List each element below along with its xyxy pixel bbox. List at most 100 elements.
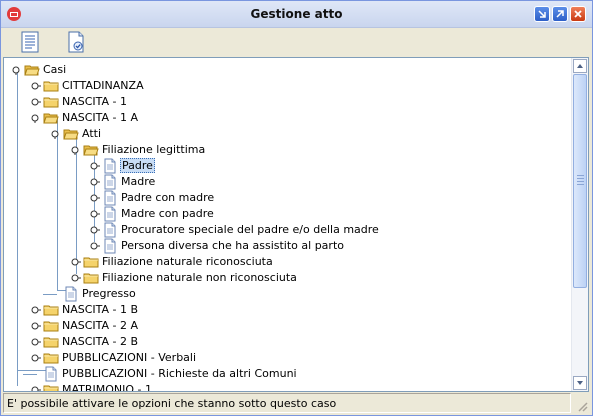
vertical-scrollbar[interactable] bbox=[571, 58, 588, 391]
tree-item-label: Madre bbox=[121, 175, 156, 188]
folder-icon bbox=[83, 254, 99, 270]
document-list-button[interactable] bbox=[17, 29, 43, 55]
tree-item-nascita-2-a[interactable]: NASCITA - 2 A bbox=[4, 318, 564, 334]
arrow-down-icon bbox=[577, 381, 583, 385]
tree-item-pubblicazioni-verbali[interactable]: PUBBLICAZIONI - Verbali bbox=[4, 350, 564, 366]
tree-panel: Casi CITTADINANZA NASCITA - 1 NASCITA - 1 A… bbox=[3, 57, 589, 392]
tree-item-label: Filiazione naturale non riconosciuta bbox=[102, 271, 297, 284]
document-icon bbox=[63, 286, 79, 302]
folder-icon bbox=[43, 350, 59, 366]
grip-line bbox=[577, 184, 584, 185]
tree-item-nascita-2-b[interactable]: NASCITA - 2 B bbox=[4, 334, 564, 350]
collapsed-handle-icon[interactable] bbox=[90, 241, 100, 251]
tree-item-filiazione-naturale-riconosciuta[interactable]: Filiazione naturale riconosciuta bbox=[4, 254, 564, 270]
expanded-handle-icon[interactable] bbox=[12, 65, 22, 75]
tree-item-label: Persona diversa che ha assistito al part… bbox=[121, 239, 344, 252]
tree-item-label: Atti bbox=[82, 127, 102, 140]
collapsed-handle-icon[interactable] bbox=[31, 321, 41, 331]
collapsed-handle-icon[interactable] bbox=[31, 353, 41, 363]
tree-item-label: MATRIMONIO - 1 bbox=[62, 383, 153, 391]
tree-item-padre[interactable]: Padre bbox=[4, 158, 564, 174]
folder-icon bbox=[43, 334, 59, 350]
tree-item-label: Filiazione legittima bbox=[102, 143, 206, 156]
expanded-handle-icon[interactable] bbox=[71, 145, 81, 155]
scroll-thumb[interactable] bbox=[573, 74, 587, 288]
tree-item-nascita-1-a[interactable]: NASCITA - 1 A bbox=[4, 110, 564, 126]
collapsed-handle-icon[interactable] bbox=[31, 305, 41, 315]
tree-item-label: NASCITA - 2 B bbox=[62, 335, 139, 348]
minimize-button[interactable] bbox=[534, 6, 550, 22]
tree-item-nascita-1-b[interactable]: NASCITA - 1 B bbox=[4, 302, 564, 318]
collapsed-handle-icon[interactable] bbox=[71, 257, 81, 267]
collapsed-handle-icon[interactable] bbox=[90, 177, 100, 187]
collapsed-handle-icon[interactable] bbox=[31, 385, 41, 391]
document-list-icon bbox=[21, 31, 39, 53]
document-icon bbox=[43, 366, 59, 382]
tree-item-label: NASCITA - 2 A bbox=[62, 319, 139, 332]
expanded-handle-icon[interactable] bbox=[31, 113, 41, 123]
tree-item-pregresso[interactable]: Pregresso bbox=[4, 286, 564, 302]
tree-item-label: Madre con padre bbox=[121, 207, 214, 220]
tree-item-label: Filiazione naturale riconosciuta bbox=[102, 255, 273, 268]
folder-icon bbox=[43, 78, 59, 94]
close-button[interactable] bbox=[570, 6, 586, 22]
folder-icon bbox=[43, 94, 59, 110]
tree-item-label: Padre con madre bbox=[121, 191, 215, 204]
tree-item-casi[interactable]: Casi bbox=[4, 62, 564, 78]
expanded-handle-icon[interactable] bbox=[51, 129, 61, 139]
tree-item-label: NASCITA - 1 bbox=[62, 95, 128, 108]
title-bar[interactable]: Gestione atto bbox=[1, 1, 592, 28]
tree-item-label: PUBBLICAZIONI - Richieste da altri Comun… bbox=[62, 367, 297, 380]
collapsed-handle-icon[interactable] bbox=[90, 209, 100, 219]
tree-line bbox=[43, 294, 57, 295]
scroll-down-button[interactable] bbox=[573, 376, 587, 390]
tree-item-cittadinanza[interactable]: CITTADINANZA bbox=[4, 78, 564, 94]
tree-item-matrimonio-1[interactable]: MATRIMONIO - 1 bbox=[4, 382, 564, 391]
grip-line bbox=[577, 175, 584, 176]
collapsed-handle-icon[interactable] bbox=[90, 193, 100, 203]
folder-open-icon bbox=[83, 142, 99, 158]
tree-item-label-selected: Padre bbox=[120, 158, 155, 173]
collapsed-handle-icon[interactable] bbox=[31, 81, 41, 91]
tree-item-padre-con-madre[interactable]: Padre con madre bbox=[4, 190, 564, 206]
cases-tree[interactable]: Casi CITTADINANZA NASCITA - 1 NASCITA - 1 A… bbox=[4, 58, 571, 391]
collapsed-handle-icon[interactable] bbox=[31, 337, 41, 347]
window-title: Gestione atto bbox=[250, 7, 343, 21]
tree-item-nascita-1[interactable]: NASCITA - 1 bbox=[4, 94, 564, 110]
folder-icon bbox=[43, 302, 59, 318]
tree-item-label: NASCITA - 1 B bbox=[62, 303, 139, 316]
status-text: E' possibile attivare le opzioni che sta… bbox=[7, 397, 337, 410]
tree-line bbox=[23, 374, 37, 375]
tree-item-pubblicazioni-richieste-da-altri-comuni[interactable]: PUBBLICAZIONI - Richieste da altri Comun… bbox=[4, 366, 564, 382]
document-check-button[interactable] bbox=[63, 29, 89, 55]
tree-item-label: Pregresso bbox=[82, 287, 136, 300]
folder-icon bbox=[43, 318, 59, 334]
arrow-up-icon bbox=[577, 64, 583, 68]
status-bar: E' possibile attivare le opzioni che sta… bbox=[3, 393, 571, 413]
collapsed-handle-icon[interactable] bbox=[90, 161, 100, 171]
document-icon bbox=[102, 158, 118, 174]
maximize-icon bbox=[556, 10, 564, 18]
document-icon bbox=[102, 222, 118, 238]
document-icon bbox=[102, 206, 118, 222]
tree-item-madre-con-padre[interactable]: Madre con padre bbox=[4, 206, 564, 222]
document-icon bbox=[102, 238, 118, 254]
maximize-button[interactable] bbox=[552, 6, 568, 22]
collapsed-handle-icon[interactable] bbox=[90, 225, 100, 235]
grip-line bbox=[577, 181, 584, 182]
tree-item-label: PUBBLICAZIONI - Verbali bbox=[62, 351, 197, 364]
tree-item-madre[interactable]: Madre bbox=[4, 174, 564, 190]
tree-item-atti[interactable]: Atti bbox=[4, 126, 564, 142]
toolbar bbox=[1, 28, 592, 56]
collapsed-handle-icon[interactable] bbox=[71, 273, 81, 283]
resize-grip-icon[interactable] bbox=[575, 399, 589, 413]
tree-item-label: Procuratore speciale del padre e/o della… bbox=[121, 223, 379, 236]
tree-item-filiazione-naturale-non-riconosciuta[interactable]: Filiazione naturale non riconosciuta bbox=[4, 270, 564, 286]
minimize-icon bbox=[538, 10, 546, 18]
tree-item-procuratore-speciale-del-padre-e-o-della-madre[interactable]: Procuratore speciale del padre e/o della… bbox=[4, 222, 564, 238]
folder-icon bbox=[43, 382, 59, 391]
tree-item-persona-diversa-che-ha-assistito-al-parto[interactable]: Persona diversa che ha assistito al part… bbox=[4, 238, 564, 254]
collapsed-handle-icon[interactable] bbox=[31, 97, 41, 107]
tree-item-filiazione-legittima[interactable]: Filiazione legittima bbox=[4, 142, 564, 158]
scroll-up-button[interactable] bbox=[573, 59, 587, 73]
